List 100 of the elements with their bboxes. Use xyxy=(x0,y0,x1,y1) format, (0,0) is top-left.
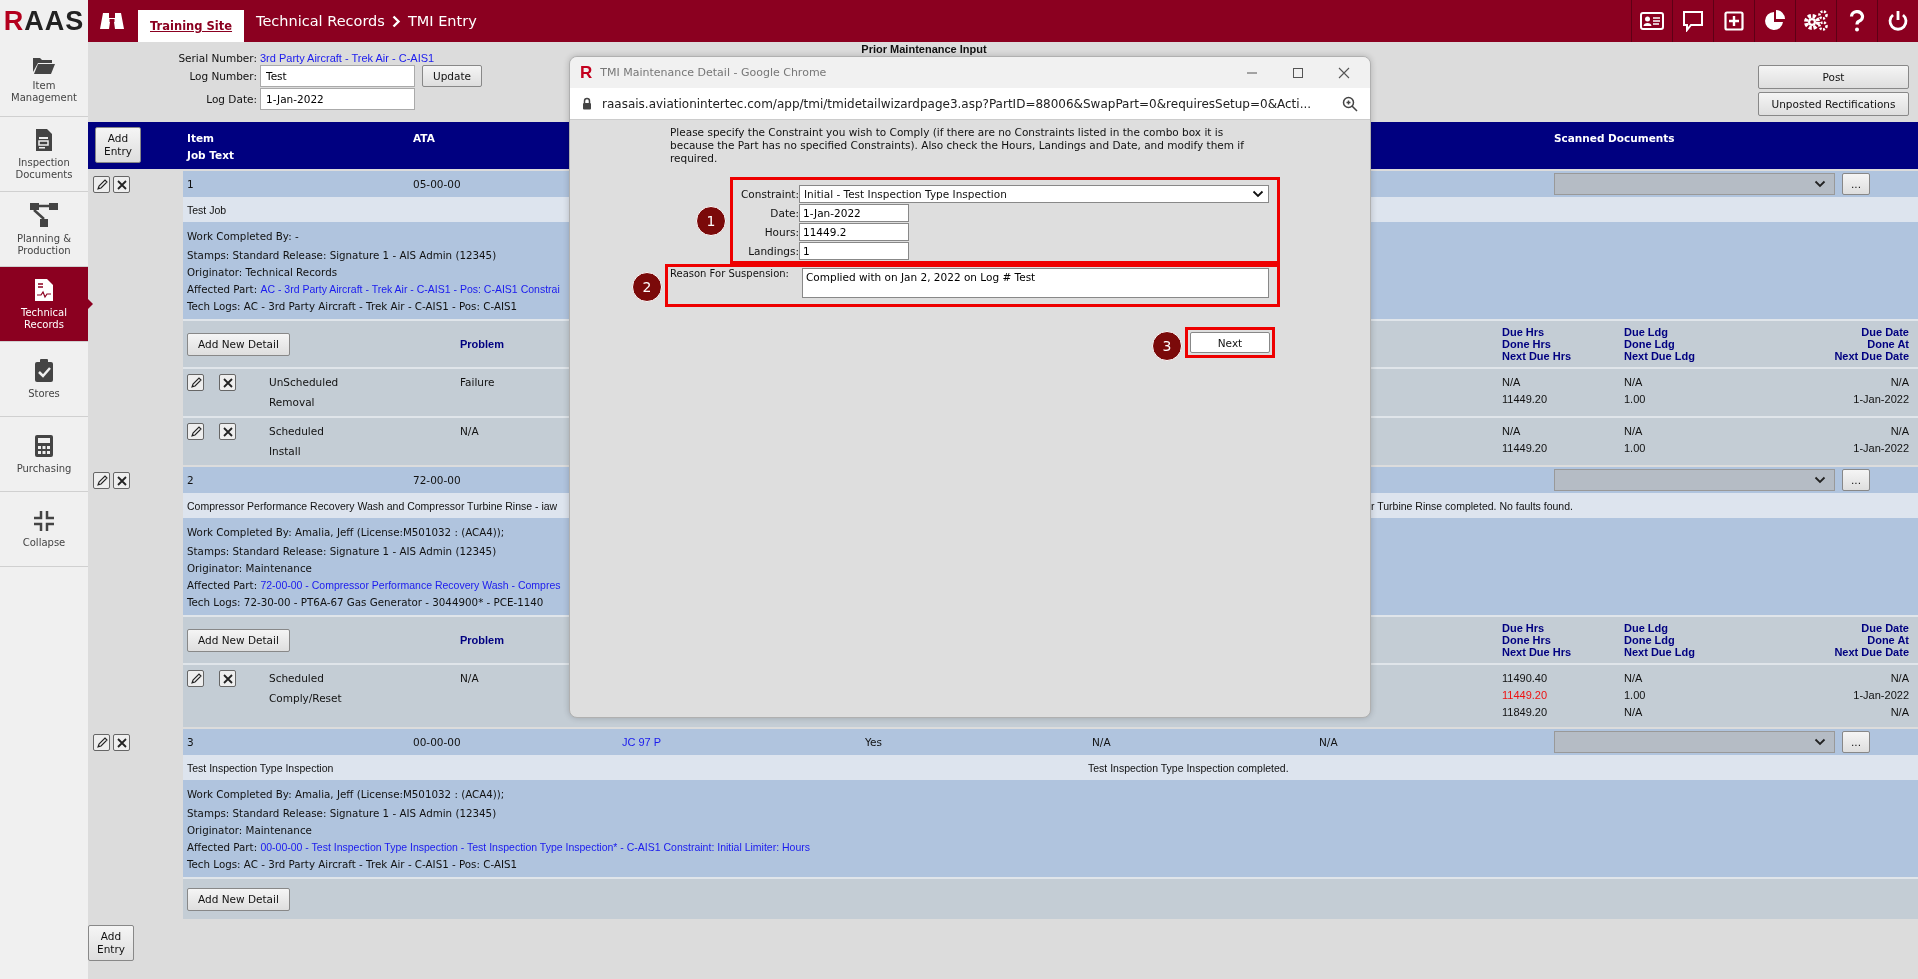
breadcrumb-item[interactable]: Technical Records xyxy=(256,13,385,29)
document-icon xyxy=(34,277,54,302)
browse-button[interactable]: ... xyxy=(1842,469,1870,491)
breadcrumb-item: TMI Entry xyxy=(407,13,477,29)
id-card-icon[interactable] xyxy=(1640,12,1664,30)
add-detail-button[interactable]: Add New Detail xyxy=(187,628,290,652)
binoculars-icon[interactable] xyxy=(100,11,124,31)
sidebar-item[interactable]: Item Management xyxy=(0,42,88,117)
detail-type: Scheduled xyxy=(269,424,325,439)
part-link[interactable]: 72-00-00 - Compressor Performance Recovery Wash - Compres xyxy=(260,579,561,591)
delete-button[interactable] xyxy=(113,734,130,751)
action-button[interactable]: Unposted Rectifications xyxy=(1758,92,1909,116)
power-icon[interactable] xyxy=(1887,10,1909,32)
detail-line: Tech Logs: AC - 3rd Party Aircraft - Trek Air - C-AIS1 - Pos: C-AIS1 xyxy=(187,299,518,314)
detail-line: Originator: Technical Records xyxy=(187,265,338,280)
detail-type: Comply/Reset xyxy=(269,691,343,706)
field-label: Constraint: xyxy=(740,188,799,200)
site-tab[interactable]: Training Site xyxy=(138,10,245,42)
delete-button[interactable] xyxy=(113,472,130,489)
help-icon[interactable] xyxy=(1849,10,1865,32)
column-header: Problem xyxy=(460,634,504,646)
table-cell-text: N/A xyxy=(1318,736,1339,748)
delete-button[interactable] xyxy=(113,176,130,193)
job-text: Test Job xyxy=(186,203,227,216)
field-label: Reason For Suspension: xyxy=(670,268,790,279)
log-number-field[interactable]: Test xyxy=(260,65,415,87)
detail-line: Tech Logs: 72-30-00 - PT6A-67 Gas Generator - 3044900* - PCE-1140 xyxy=(187,595,544,610)
detail-type: Install xyxy=(269,444,302,459)
table-cell-text: N/A xyxy=(1502,375,1522,390)
delete-button[interactable] xyxy=(219,670,236,687)
add-entry-button[interactable]: Add Entry xyxy=(95,127,141,163)
app-favicon: R xyxy=(580,62,593,83)
detail-line: Originator: Maintenance xyxy=(187,823,312,838)
detail-line: Work Completed By: - xyxy=(187,229,299,244)
chevron-icon xyxy=(391,14,401,28)
plus-square-icon[interactable] xyxy=(1724,11,1744,31)
lock-icon xyxy=(582,97,592,110)
update-button[interactable]: Update xyxy=(422,65,483,87)
column-header: Due Ldg Done Ldg Next Due Ldg xyxy=(1624,622,1696,658)
flowchart-icon xyxy=(29,201,59,228)
column-header: Due Hrs Done Hrs Next Due Hrs xyxy=(1502,326,1573,362)
calculator-icon xyxy=(34,433,54,458)
edit-button[interactable] xyxy=(187,374,204,391)
input-field[interactable]: 11449.2 xyxy=(799,223,909,241)
part-link[interactable]: 00-00-00 - Test Inspection Type Inspection - Test Inspection Type Inspection* - C-AIS1 Constraint: Initial Limiter: Hours xyxy=(260,841,810,853)
speech-bubble-icon[interactable] xyxy=(1682,10,1704,32)
table-cell-text: 11849.20 xyxy=(1502,705,1549,720)
edit-button[interactable] xyxy=(93,176,110,193)
maximize-icon[interactable] xyxy=(1292,66,1304,79)
sidebar-item[interactable]: Stores xyxy=(0,342,88,417)
input-field[interactable]: 1-Jan-2022 xyxy=(799,204,909,222)
table-cell-text: N/A xyxy=(1890,705,1909,720)
reason-field[interactable]: Complied with on Jan 2, 2022 on Log # Test xyxy=(802,268,1269,298)
column-header: Due Date Done At Next Due Date xyxy=(1833,326,1909,362)
part-link[interactable]: AC - 3rd Party Aircraft - Trek Air - C-AIS1 - Pos: C-AIS1 Constrai xyxy=(260,283,560,295)
table-cell-text: 1-Jan-2022 xyxy=(1853,441,1909,456)
table-cell-text: 11449.20 xyxy=(1502,688,1549,703)
add-detail-button[interactable]: Add New Detail xyxy=(187,332,290,356)
column-header: Scanned Documents xyxy=(1554,132,1675,144)
sidebar-item[interactable]: Collapse xyxy=(0,492,88,567)
edit-button[interactable] xyxy=(93,472,110,489)
delete-button[interactable] xyxy=(219,374,236,391)
clipboard-check-icon xyxy=(34,358,54,383)
table-cell-text: N/A xyxy=(460,424,479,439)
browse-button[interactable]: ... xyxy=(1842,173,1870,195)
close-icon[interactable] xyxy=(1338,66,1350,79)
pie-chart-icon[interactable] xyxy=(1764,10,1786,32)
detail-type: Scheduled xyxy=(269,671,325,686)
next-button[interactable]: Next xyxy=(1190,332,1270,353)
chevron-down-icon xyxy=(1252,190,1264,198)
detail-line: Work Completed By: Amalia, Jeff (License:M501032 : (ACA4)); xyxy=(187,787,505,802)
edit-button[interactable] xyxy=(187,423,204,440)
input-field[interactable]: 1 xyxy=(799,242,909,260)
table-cell-text: N/A xyxy=(1091,736,1112,748)
constraint-dropdown[interactable]: Initial - Test Inspection Type Inspection xyxy=(799,185,1269,203)
step-badge: 3 xyxy=(1152,331,1182,361)
column-header: Problem xyxy=(460,338,504,350)
sidebar-item[interactable]: Inspection Documents xyxy=(0,117,88,192)
detail-line: Tech Logs: AC - 3rd Party Aircraft - Trek Air - C-AIS1 - Pos: C-AIS1 xyxy=(187,857,518,872)
gears-icon[interactable] xyxy=(1803,10,1829,32)
add-entry-button[interactable]: Add Entry xyxy=(88,925,134,961)
log-date-field[interactable]: 1-Jan-2022 xyxy=(260,88,415,110)
edit-button[interactable] xyxy=(187,670,204,687)
table-cell-text: 3 xyxy=(186,736,195,748)
step-badge: 2 xyxy=(632,272,662,302)
sidebar-item[interactable]: Purchasing xyxy=(0,417,88,492)
zoom-icon[interactable] xyxy=(1342,95,1358,112)
table-cell-text: Failure xyxy=(460,375,495,390)
table-cell-text: 1.00 xyxy=(1624,688,1647,703)
app-logo[interactable]: RAAS xyxy=(0,0,88,42)
browse-button[interactable]: ... xyxy=(1842,731,1870,753)
detail-line: Affected Part: 72-00-00 - Compressor Performance Recovery Wash - Compres xyxy=(187,578,561,593)
delete-button[interactable] xyxy=(219,423,236,440)
detail-line: Originator: Maintenance xyxy=(187,561,312,576)
action-button[interactable]: Post xyxy=(1758,65,1909,89)
table-cell-text: N/A xyxy=(460,671,479,686)
add-detail-button[interactable]: Add New Detail xyxy=(187,887,290,911)
table-cell-text: 1 xyxy=(186,178,195,190)
edit-button[interactable] xyxy=(93,734,110,751)
job-card-link[interactable]: JC 97 P xyxy=(618,736,861,748)
